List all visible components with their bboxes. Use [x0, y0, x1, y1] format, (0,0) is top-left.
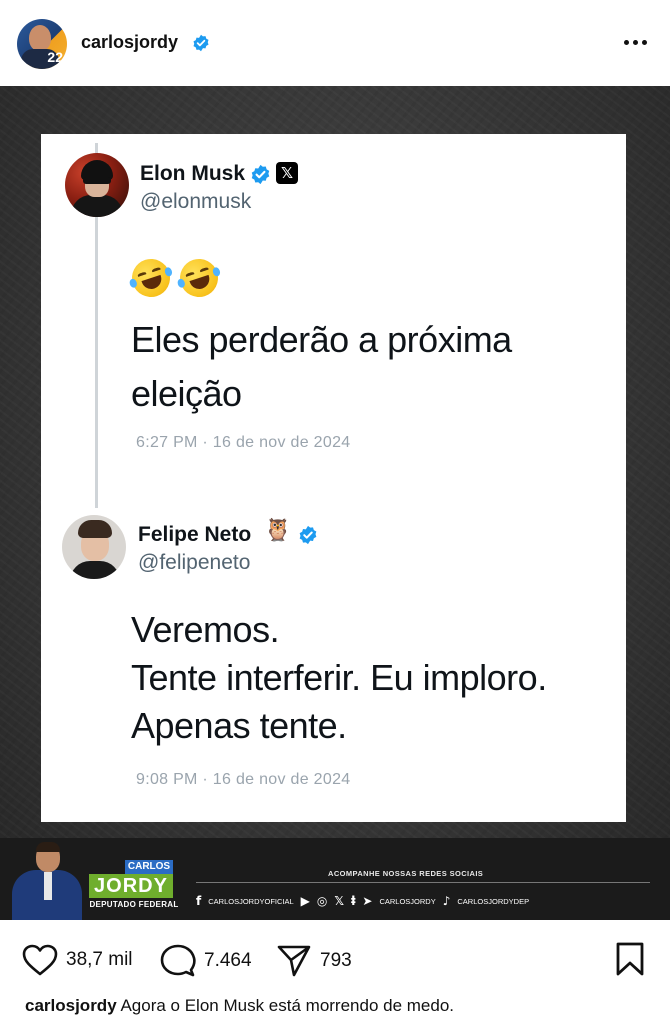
comment-count: 7.464: [204, 950, 252, 971]
tweet-author-name: Felipe Neto: [138, 523, 252, 546]
tweet-author-handle: @elonmusk: [140, 190, 252, 213]
share-count: 793: [320, 950, 352, 971]
youtube-icon: ▶: [300, 894, 310, 908]
tweet-timestamp: 6:27 PM · 16 de nov de 2024: [136, 434, 351, 451]
tiktok-icon: ♪: [442, 894, 451, 908]
tweet-text-line: Tente interferir. Eu imploro.: [131, 657, 547, 698]
telegram-icon: ➤: [362, 894, 373, 908]
more-options-icon[interactable]: [620, 30, 650, 54]
verified-icon: [299, 525, 317, 545]
x-icon: 𝕏: [334, 894, 345, 908]
verified-icon: [251, 164, 270, 185]
post-caption: carlosjordy Agora o Elon Musk está morre…: [25, 996, 454, 1016]
author-avatar[interactable]: 22: [17, 19, 67, 69]
rofl-emoji-icon: [127, 254, 175, 302]
send-icon: [277, 945, 311, 977]
gettr-icon: ⱡ: [351, 894, 356, 908]
owl-emoji-icon: 🦉: [264, 518, 292, 543]
logo-jordy: JORDY: [89, 874, 173, 898]
logo-subtitle: DEPUTADO FEDERAL: [89, 900, 179, 909]
divider: [196, 882, 650, 883]
share-button[interactable]: 793: [276, 944, 352, 978]
like-button[interactable]: 38,7 mil: [22, 944, 133, 976]
verified-icon: [193, 34, 209, 52]
follow-title: ACOMPANHE NOSSAS REDES SOCIAIS: [328, 869, 484, 878]
avatar-face: [29, 25, 51, 51]
politician-photo: [8, 842, 84, 920]
tweet-text-line: Veremos.: [131, 609, 280, 650]
caption-text: Agora o Elon Musk está morrendo de medo.: [120, 996, 455, 1015]
avatar-number: 22: [47, 49, 63, 65]
rofl-emoji-icon: [175, 254, 223, 302]
elon-avatar: [65, 153, 129, 217]
tweet-text-line: Eles perderão a próxima: [131, 319, 512, 360]
heart-icon: [22, 944, 58, 976]
author-username[interactable]: carlosjordy: [81, 32, 178, 53]
tweet-timestamp: 9:08 PM · 16 de nov de 2024: [136, 771, 351, 788]
instagram-icon: ◎: [316, 894, 328, 908]
facebook-icon: f: [196, 894, 202, 908]
logo-carlos: CARLOS: [125, 860, 173, 874]
tweet-author-name: Elon Musk: [140, 162, 246, 185]
laughing-emoji-row: [127, 254, 223, 302]
facebook-handle: CARLOSJORDYOFICIAL: [208, 896, 294, 906]
comment-icon: [160, 944, 196, 977]
caption-username[interactable]: carlosjordy: [25, 996, 117, 1015]
tweet-text-line: Apenas tente.: [131, 705, 347, 746]
like-count: 38,7 mil: [66, 949, 133, 970]
comment-button[interactable]: 7.464: [160, 944, 252, 978]
bookmark-icon[interactable]: [615, 942, 645, 976]
social-links: f CARLOSJORDYOFICIAL ▶ ◎ 𝕏 ⱡ ➤ CARLOSJOR…: [196, 891, 529, 911]
tweet-author-handle: @felipeneto: [138, 551, 251, 574]
twitter-handle: CARLOSJORDY: [379, 896, 436, 906]
felipe-avatar: [62, 515, 126, 579]
x-logo-icon: 𝕏: [276, 162, 298, 184]
tiktok-handle: CARLOSJORDYDEP: [457, 896, 530, 906]
tweet-text-line: eleição: [131, 373, 242, 414]
